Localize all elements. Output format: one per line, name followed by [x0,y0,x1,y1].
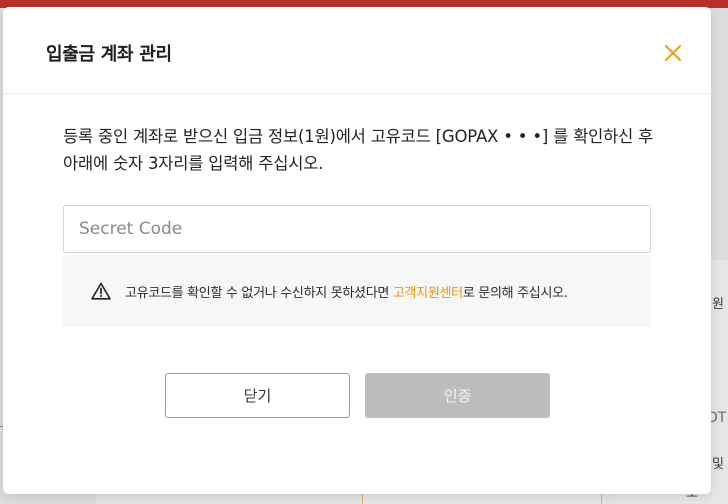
close-modal-button[interactable]: 닫기 [165,373,350,418]
modal-title: 입출금 계좌 관리 [46,44,172,65]
notice-box: 고유코드를 확인할 수 없거나 수신하지 못하셨다면 고객지원센터로 문의해 주… [63,255,651,327]
customer-support-link[interactable]: 고객지원센터 [393,286,463,301]
instruction-text: 등록 중인 계좌로 받으신 입금 정보(1원)에서 고유코드 [GOPAX • … [63,127,654,173]
notice-text-before: 고유코드를 확인할 수 없거나 수신하지 못하셨다면 [125,285,393,301]
notice-text-after: 로 문의해 주십시오. [462,285,568,301]
account-management-modal: 입출금 계좌 관리 등록 중인 계좌로 받으신 입금 정보(1원)에서 고유코드… [3,7,711,494]
verify-button[interactable]: 인증 [365,373,550,418]
modal-header: 입출금 계좌 관리 [3,7,711,94]
background-text: 원 [712,297,724,312]
background-text: 및 [712,457,724,472]
warning-icon [91,282,111,300]
notice-text: 고유코드를 확인할 수 없거나 수신하지 못하셨다면 고객지원센터로 문의해 주… [125,282,568,301]
close-icon [664,44,682,62]
secret-code-input[interactable] [63,205,651,253]
close-button[interactable] [659,39,687,67]
